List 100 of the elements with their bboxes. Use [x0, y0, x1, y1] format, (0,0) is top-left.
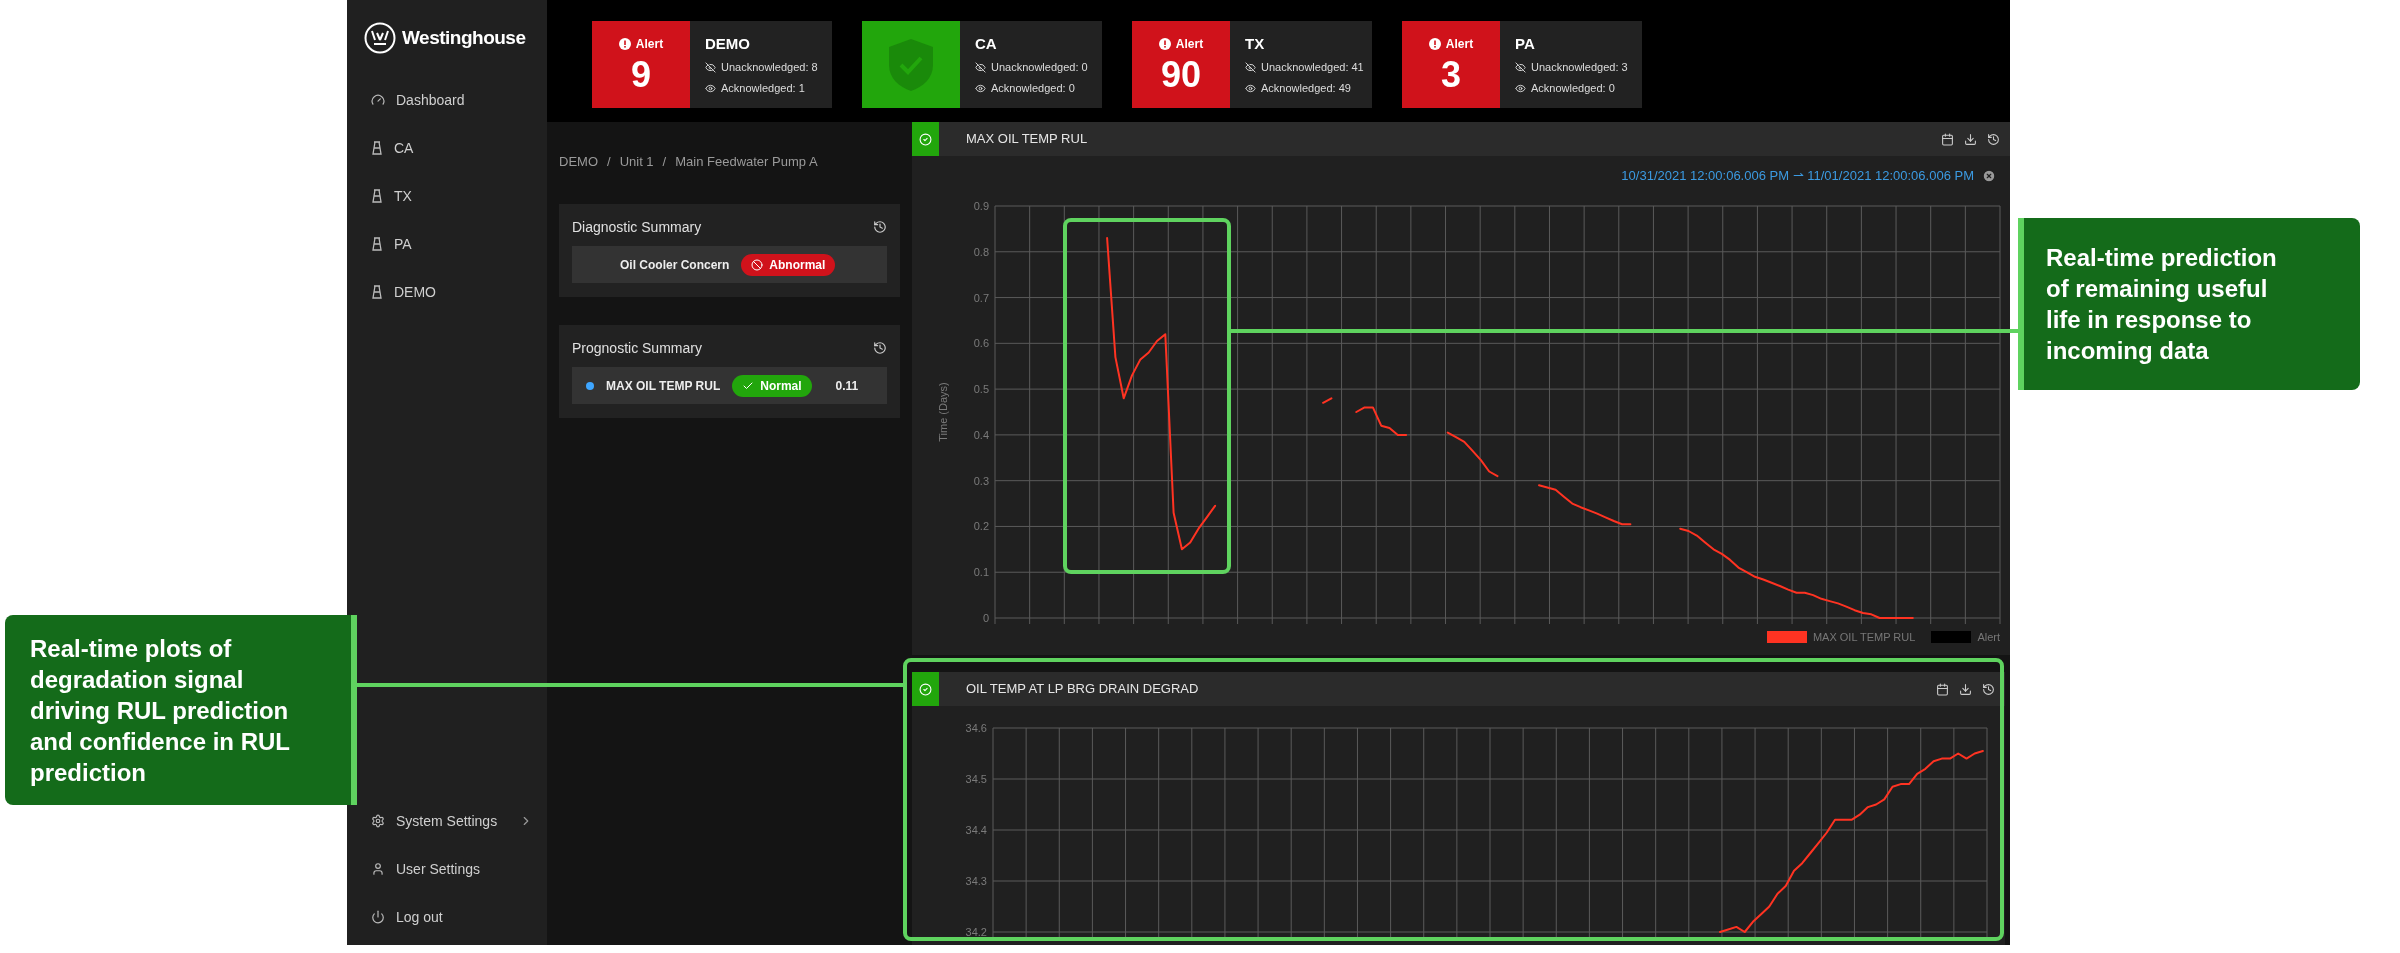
- date-range[interactable]: 10/31/2021 12:00:06.006 PM ⇀ 11/01/2021 12:00:06.006 PM: [1621, 166, 1974, 186]
- calendar-icon[interactable]: [1941, 132, 1954, 146]
- breadcrumb-separator: /: [607, 153, 611, 172]
- site-name: DEMO: [705, 33, 751, 54]
- circle-logo-icon: [364, 22, 396, 54]
- axis-tick-label: 0.4: [973, 428, 989, 441]
- acknowledged-count: Acknowledged: 0: [1531, 80, 1615, 96]
- logo-text: Westinghouse: [402, 25, 526, 50]
- row-value: 0.11: [835, 377, 859, 395]
- sidebar-item[interactable]: System Settings: [347, 797, 547, 845]
- sidebar-item[interactable]: CA: [347, 124, 547, 172]
- sidebar-item[interactable]: PA: [347, 220, 547, 268]
- site-alert-card[interactable]: Alert 3 PA Unacknowledged: 3 Acknowledged: 0: [1402, 21, 1642, 108]
- eye-off-icon: [1515, 62, 1526, 73]
- sidebar-item[interactable]: DEMO: [347, 268, 547, 316]
- summary-row[interactable]: MAX OIL TEMP RUL Normal 0.11: [572, 367, 887, 404]
- unacknowledged-count: Unacknowledged: 3: [1531, 60, 1628, 76]
- download-icon[interactable]: [1959, 682, 1972, 696]
- callout-text: Real-time plots of degradation signal driving RUL prediction and confidence in RUL prediction: [30, 633, 291, 788]
- clear-icon[interactable]: [1982, 169, 1996, 183]
- axis-tick-label: 0.2: [973, 520, 989, 533]
- axis-tick-label: 34.5: [965, 773, 987, 785]
- summary-row[interactable]: Oil Cooler Concern Abnormal: [572, 246, 887, 283]
- tower-icon: [371, 189, 383, 203]
- eye-off-icon: [975, 62, 986, 73]
- unacknowledged-count: Unacknowledged: 8: [721, 60, 818, 76]
- check-circle-icon: [919, 682, 932, 696]
- eye-icon: [1515, 82, 1526, 94]
- axis-tick-label: 0: [982, 612, 989, 624]
- alert-label: Alert: [635, 35, 664, 53]
- breadcrumb-link[interactable]: Main Feedwater Pump A: [675, 152, 818, 172]
- card-title: Diagnostic Summary: [572, 217, 702, 237]
- alert-icon: [1428, 37, 1441, 50]
- axis-tick-label: 0.5: [973, 383, 989, 396]
- sidebar-item[interactable]: TX: [347, 172, 547, 220]
- unacknowledged-count: Unacknowledged: 0: [991, 60, 1088, 76]
- panel-title: MAX OIL TEMP RUL: [966, 130, 1089, 149]
- panel-title: OIL TEMP AT LP BRG DRAIN DEGRAD: [966, 680, 1200, 699]
- history-icon[interactable]: [873, 220, 887, 234]
- axis-tick-label: 0.1: [973, 566, 989, 579]
- eye-off-icon: [705, 62, 716, 73]
- axis-tick-label: 0.8: [973, 245, 989, 258]
- sidebar-item[interactable]: Log out: [347, 893, 547, 941]
- shield-check-icon: [886, 36, 936, 93]
- breadcrumb-separator: /: [662, 153, 667, 172]
- check-circle-icon: [919, 132, 932, 146]
- site-name: PA: [1515, 33, 1536, 54]
- legend-label[interactable]: MAX OIL TEMP RUL: [1812, 628, 1916, 646]
- settings-icon: [371, 814, 385, 828]
- site-name: TX: [1245, 33, 1266, 54]
- alert-count: 90: [1160, 54, 1201, 95]
- alert-label: Alert: [1175, 35, 1204, 53]
- alert-icon: [618, 37, 631, 50]
- power-icon: [371, 910, 385, 924]
- alert-label: Alert: [1445, 35, 1474, 53]
- tower-icon: [371, 141, 383, 155]
- eye-icon: [1245, 82, 1256, 94]
- download-icon[interactable]: [1964, 132, 1977, 146]
- history-icon[interactable]: [1982, 682, 1995, 696]
- gauge-icon: [371, 93, 385, 107]
- axis-tick-label: 0.7: [973, 291, 989, 304]
- axis-tick-label: 34.6: [965, 722, 987, 734]
- eye-icon: [705, 82, 716, 94]
- tower-icon: [371, 285, 383, 299]
- axis-tick-label: 34.3: [965, 875, 987, 887]
- unacknowledged-count: Unacknowledged: 41: [1261, 60, 1364, 76]
- site-alert-card[interactable]: CA Unacknowledged: 0 Acknowledged: 0: [862, 21, 1102, 108]
- sidebar-item[interactable]: User Settings: [347, 845, 547, 893]
- legend-label[interactable]: Alert: [1977, 628, 2000, 646]
- acknowledged-count: Acknowledged: 49: [1261, 80, 1351, 96]
- alert-count: 9: [631, 54, 651, 95]
- site-alert-card[interactable]: Alert 9 DEMO Unacknowledged: 8 Acknowledged: 1: [592, 21, 832, 108]
- user-icon: [371, 862, 385, 876]
- site-alert-card[interactable]: Alert 90 TX Unacknowledged: 41 Acknowledged: 49: [1132, 21, 1372, 108]
- acknowledged-count: Acknowledged: 1: [721, 80, 805, 96]
- history-icon[interactable]: [873, 341, 887, 355]
- axis-title: Time (Days): [937, 382, 949, 442]
- alert-count: 3: [1441, 54, 1461, 95]
- axis-tick-label: 0.9: [973, 200, 989, 212]
- breadcrumb-link[interactable]: Unit 1: [619, 152, 654, 172]
- status-badge: Abnormal: [741, 253, 836, 276]
- history-icon[interactable]: [1987, 132, 2000, 146]
- alert-icon: [1158, 37, 1171, 50]
- tower-icon: [371, 237, 383, 251]
- row-label: MAX OIL TEMP RUL: [606, 377, 721, 395]
- card-title: Prognostic Summary: [572, 338, 702, 358]
- row-label: Oil Cooler Concern: [620, 256, 730, 274]
- axis-tick-label: 0.3: [973, 474, 989, 487]
- sidebar-item[interactable]: Dashboard: [347, 76, 547, 124]
- breadcrumb-link[interactable]: DEMO: [559, 152, 598, 172]
- site-name: CA: [975, 33, 998, 54]
- status-badge: Normal: [732, 374, 812, 397]
- prohibited-icon: [751, 258, 764, 271]
- axis-tick-label: 0.6: [973, 337, 989, 350]
- axis-tick-label: 34.4: [965, 824, 987, 836]
- eye-off-icon: [1245, 62, 1256, 73]
- axis-tick-label: 34.2: [965, 926, 987, 938]
- eye-icon: [975, 82, 986, 94]
- calendar-icon[interactable]: [1936, 682, 1949, 696]
- callout-text: Real-time prediction of remaining useful life in response to incoming data: [2046, 243, 2278, 366]
